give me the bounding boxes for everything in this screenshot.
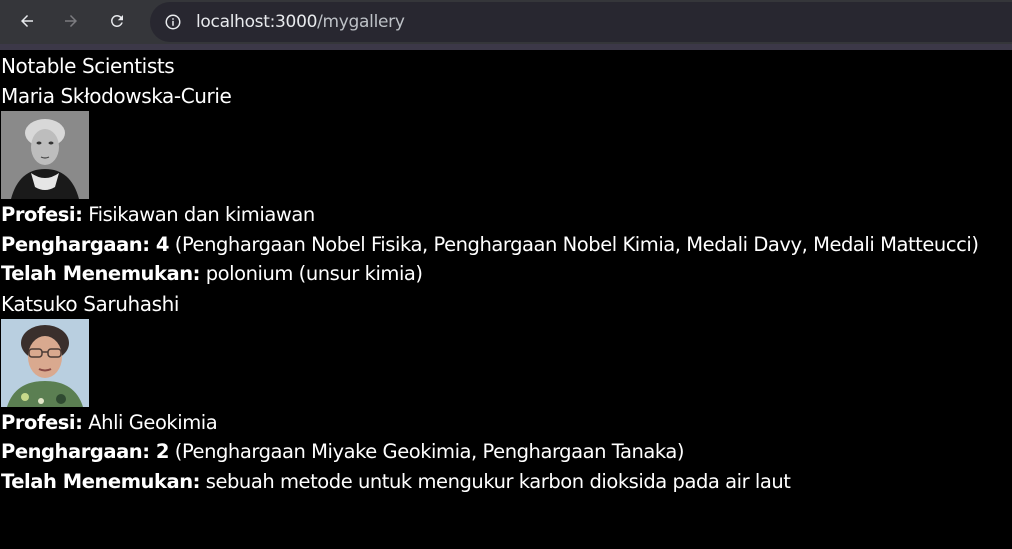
back-button[interactable] — [13, 7, 41, 35]
address-bar[interactable]: localhost:3000/mygallery — [150, 2, 1012, 42]
profession-label: Profesi: — [1, 410, 83, 434]
awards-value: (Penghargaan Nobel Fisika, Penghargaan N… — [174, 232, 979, 256]
reload-button[interactable] — [103, 7, 131, 35]
profession-label: Profesi: — [1, 203, 83, 226]
page-title: Notable Scientists — [1, 54, 175, 78]
page-content: Notable Scientists Maria Skłodowska-Curi… — [0, 51, 1012, 496]
awards-value: (Penghargaan Miyake Geokimia, Penghargaa… — [174, 440, 685, 463]
portrait-image — [1, 111, 89, 199]
discovered-value: sebuah metode untuk mengukur karbon diok… — [205, 469, 791, 493]
discovered-label: Telah Menemukan: — [1, 262, 200, 285]
arrow-right-icon — [65, 15, 77, 27]
profession-line: Profesi: Ahli Geokimia — [1, 408, 1012, 438]
url-text[interactable]: localhost:3000/mygallery — [196, 12, 405, 32]
browser-toolbar: localhost:3000/mygallery — [0, 0, 1012, 50]
profession-value: Fisikawan dan kimiawan — [88, 203, 315, 226]
arrow-left-icon — [21, 15, 33, 27]
discovered-line: Telah Menemukan: polonium (unsur kimia) — [1, 259, 1012, 289]
awards-line: Penghargaan: 2 (Penghargaan Miyake Geoki… — [1, 437, 1012, 467]
profession-value: Ahli Geokimia — [88, 410, 218, 434]
url-host: localhost:3000 — [196, 12, 318, 32]
forward-button[interactable] — [57, 7, 85, 35]
scientist-name: Maria Skłodowska-Curie — [1, 84, 232, 108]
portrait-image — [1, 318, 89, 407]
awards-line: Penghargaan: 4 (Penghargaan Nobel Fisika… — [1, 230, 1012, 260]
scientist-profile: Katsuko Saruhashi Profesi: Ahli Geokimia… — [1, 289, 1012, 497]
info-icon — [165, 14, 181, 30]
awards-label: Penghargaan: 4 — [1, 232, 170, 256]
profession-line: Profesi: Fisikawan dan kimiawan — [1, 200, 1012, 230]
awards-label: Penghargaan: 2 — [1, 440, 170, 463]
scientist-profile: Maria Skłodowska-Curie Profesi: Fisikawa… — [1, 81, 1012, 289]
url-path: /mygallery — [317, 12, 405, 32]
discovered-value: polonium (unsur kimia) — [205, 262, 423, 285]
site-info-button[interactable] — [159, 8, 187, 36]
discovered-line: Telah Menemukan: sebuah metode untuk men… — [1, 467, 1012, 497]
discovered-label: Telah Menemukan: — [1, 469, 200, 493]
scientist-name: Katsuko Saruhashi — [1, 291, 180, 316]
reload-icon — [111, 14, 123, 27]
